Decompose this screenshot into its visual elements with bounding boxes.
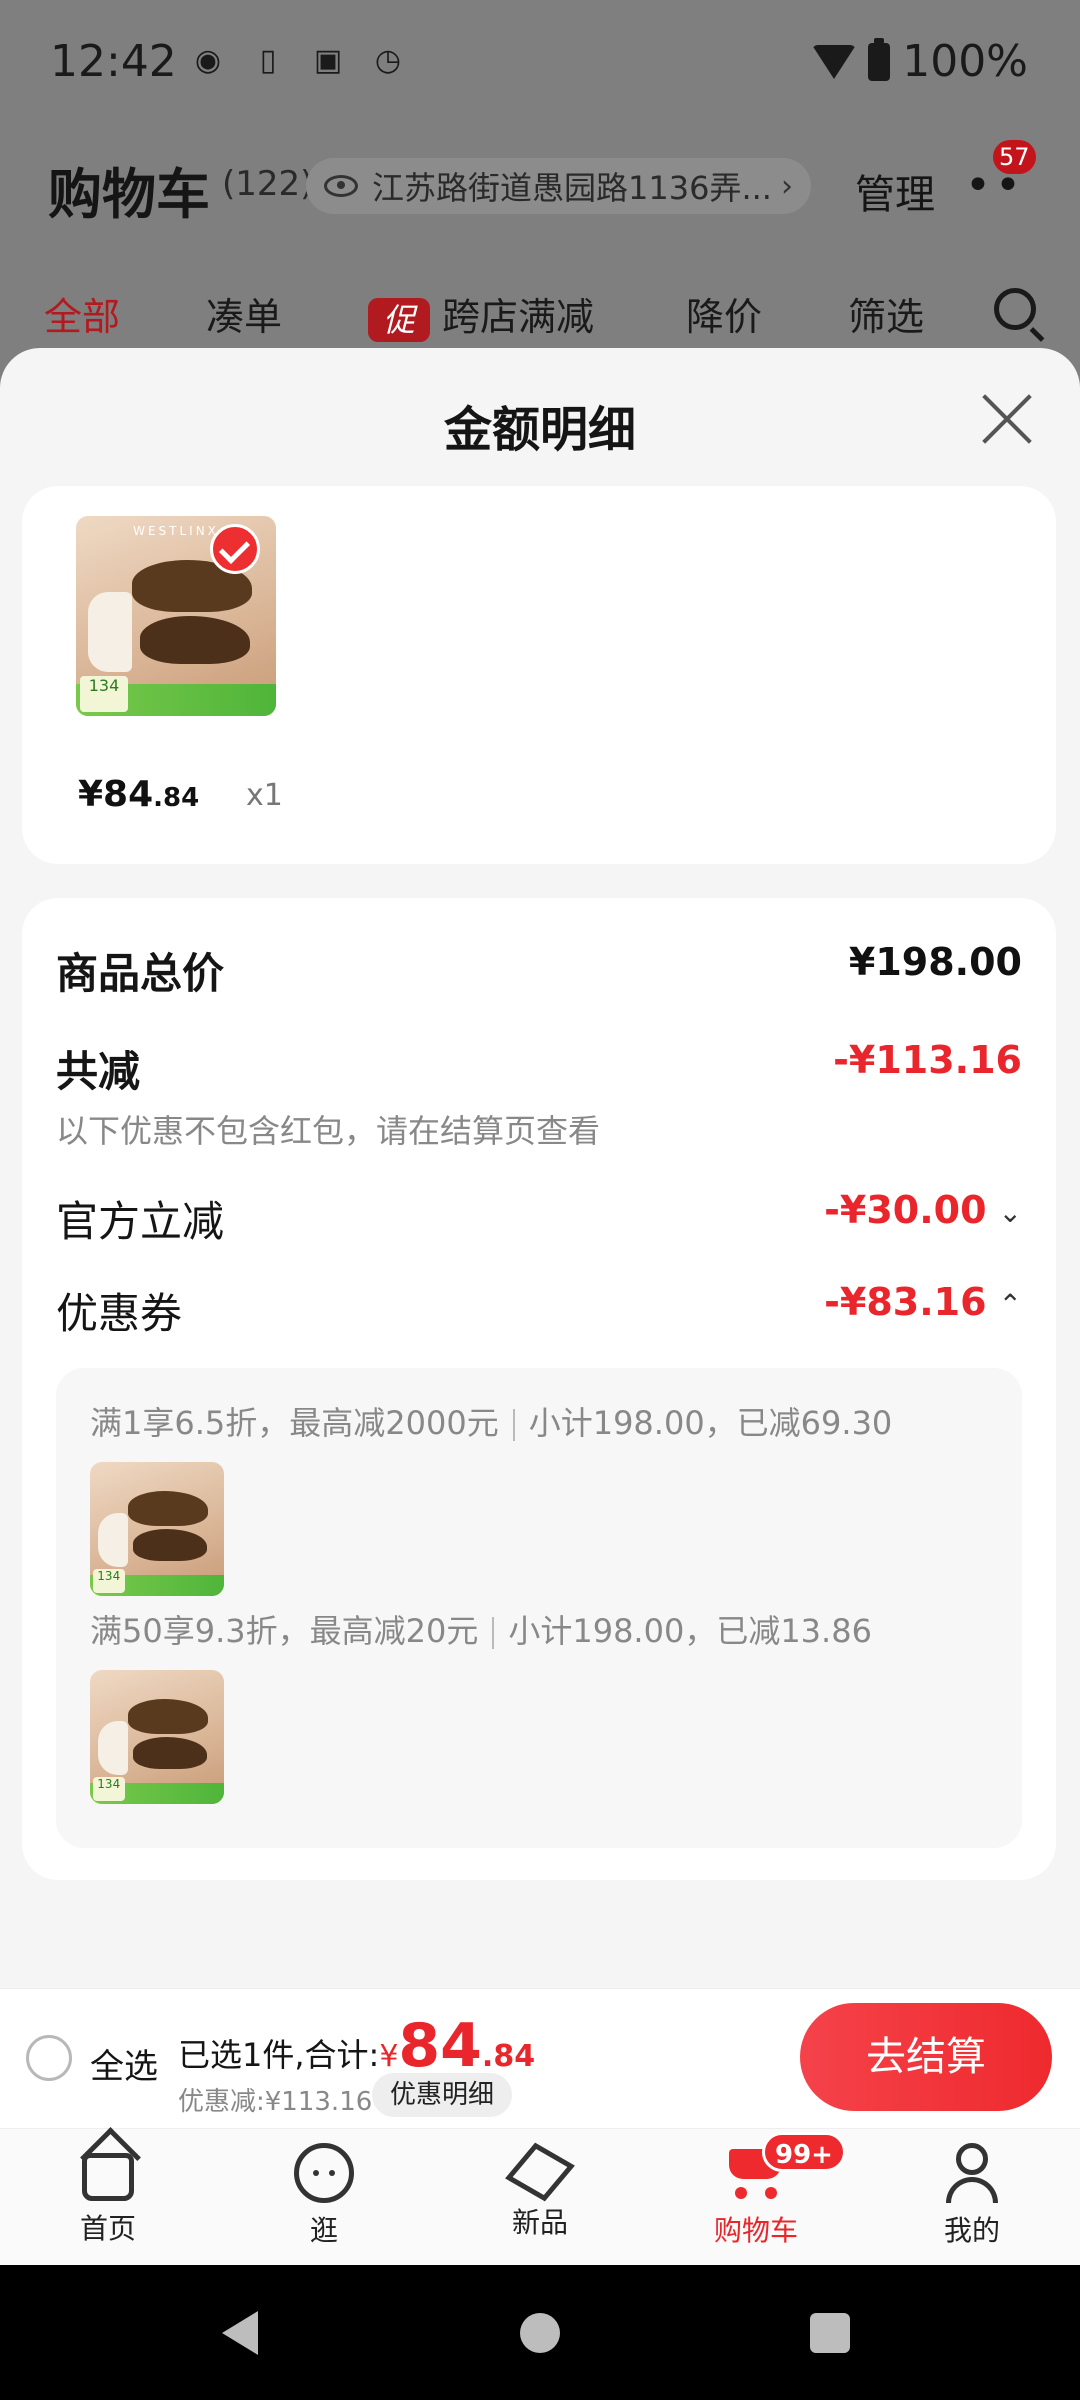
filter-tabs: 全部 凑单 促跨店满减 降价 筛选: [0, 280, 1080, 350]
cart-count: (122): [222, 164, 314, 204]
selected-items-card: WESTLINX 134 ¥84.84 x1: [22, 486, 1056, 864]
explore-icon: [294, 2143, 354, 2203]
item-price: ¥84.84: [78, 774, 200, 815]
manage-button[interactable]: 管理: [855, 162, 935, 220]
select-all-label[interactable]: 全选: [90, 2039, 158, 2088]
home-icon: [82, 2153, 134, 2201]
discount-summary: 优惠减:¥113.16: [178, 2087, 373, 2117]
address-text: 江苏路街道愚园路1136弄...: [372, 169, 772, 207]
calendar-icon: ▣: [313, 42, 343, 78]
item-quantity: x1: [246, 778, 283, 813]
official-discount-row[interactable]: 官方立减 -¥30.00 ⌄: [56, 1188, 1022, 1249]
coupon-details: 满1享6.5折，最高减2000元 小计198.00，已减69.30 134 满50…: [56, 1368, 1022, 1848]
checkout-button[interactable]: 去结算: [800, 2003, 1052, 2111]
reduce-note: 以下优惠不包含红包，请在结算页查看: [56, 1112, 601, 1150]
nav-profile[interactable]: 我的: [902, 2143, 1042, 2249]
tab-label: 跨店满减: [442, 295, 595, 339]
official-value: -¥30.00 ⌄: [824, 1188, 1022, 1232]
tab-cross-store[interactable]: 促跨店满减: [368, 286, 594, 342]
discount-detail-button[interactable]: 优惠明细: [372, 2073, 513, 2117]
select-all-checkbox[interactable]: [26, 2035, 72, 2081]
tab-filter[interactable]: 筛选: [848, 286, 924, 341]
status-bar: 12:42 ◉ ▯ ▣ ◷ 100%: [0, 0, 1080, 125]
home-button-icon[interactable]: [520, 2313, 560, 2353]
coupon-line: 满50享9.3折，最高减20元 小计198.00，已减13.86: [90, 1612, 872, 1650]
bottom-navigation: 首页 逛 新品 购物车 我的: [0, 2128, 1080, 2265]
wechat-icon: ◉: [194, 42, 222, 78]
checkout-bar: 全选 已选1件,合计:¥84.84 优惠减:¥113.16 优惠明细 去结算: [0, 1988, 1080, 2128]
tab-all[interactable]: 全部: [44, 286, 120, 341]
cart-badge: 99+: [762, 2132, 846, 2172]
promo-tag: 促: [368, 297, 430, 342]
clock-icon: ◷: [374, 42, 402, 78]
tab-bundle[interactable]: 凑单: [206, 286, 282, 341]
nav-explore[interactable]: 逛: [254, 2143, 394, 2249]
total-amount: 84: [398, 2011, 482, 2081]
total-value: ¥198.00: [848, 940, 1022, 984]
recents-icon[interactable]: [810, 2313, 850, 2353]
amount-detail-sheet: 金额明细 WESTLINX 134 ¥84.84 x1 商品总价 ¥198.00…: [0, 348, 1080, 1988]
reduce-row: 共减 -¥113.16: [56, 1038, 1022, 1099]
coupon-row[interactable]: 优惠券 -¥83.16 ⌃: [56, 1280, 1022, 1341]
checked-icon: [210, 524, 260, 574]
sheet-title: 金额明细: [443, 402, 636, 458]
eye-icon: [324, 175, 358, 197]
page-title: 购物车: [48, 163, 210, 226]
chevron-down-icon: ⌄: [998, 1196, 1022, 1229]
chevron-up-icon: ⌃: [998, 1288, 1022, 1321]
coupon-product-thumbnail: 134: [90, 1670, 224, 1804]
system-navigation-bar: [0, 2265, 1080, 2400]
address-selector[interactable]: 江苏路街道愚园路1136弄... ›: [306, 158, 811, 214]
nav-new[interactable]: 新品: [470, 2142, 610, 2241]
reduce-label: 共减: [56, 1047, 141, 1096]
cube-icon: [505, 2142, 575, 2202]
coupon-line: 满1享6.5折，最高减2000元 小计198.00，已减69.30: [90, 1404, 893, 1442]
message-badge: 57: [993, 140, 1036, 174]
total-label: 商品总价: [56, 949, 225, 998]
wifi-icon: [812, 44, 857, 79]
reduce-value: -¥113.16: [833, 1038, 1022, 1082]
background-page: 12:42 ◉ ▯ ▣ ◷ 100% 购物车 (122) 江苏路街道愚园路113…: [0, 0, 1080, 400]
battery-icon: [868, 37, 891, 81]
status-icons: ◉ ▯ ▣ ◷: [188, 40, 408, 80]
close-icon[interactable]: [978, 390, 1036, 448]
search-icon[interactable]: [994, 288, 1036, 330]
status-right: 100%: [812, 36, 1028, 87]
status-time: 12:42: [50, 36, 177, 87]
official-label: 官方立减: [56, 1197, 225, 1246]
thumb-price-tag: 134: [80, 676, 128, 712]
coupon-value: -¥83.16 ⌃: [824, 1280, 1022, 1324]
cart-header: 购物车 (122) 江苏路街道愚园路1136弄... › 管理 •• 57: [0, 140, 1080, 230]
tab-price-drop[interactable]: 降价: [686, 286, 762, 341]
back-icon[interactable]: [222, 2311, 258, 2355]
price-breakdown-card: 商品总价 ¥198.00 共减 -¥113.16 以下优惠不包含红包，请在结算页…: [22, 898, 1056, 1880]
battery-percent: 100%: [902, 36, 1028, 87]
coupon-label: 优惠券: [56, 1289, 183, 1338]
nav-home[interactable]: 首页: [38, 2143, 178, 2247]
chevron-right-icon: ›: [781, 168, 793, 204]
phone-icon: ▯: [259, 42, 277, 78]
user-icon: [942, 2143, 1002, 2203]
total-row: 商品总价 ¥198.00: [56, 940, 1022, 1001]
coupon-product-thumbnail: 134: [90, 1462, 224, 1596]
selection-summary: 已选1件,合计:¥84.84: [178, 2011, 536, 2081]
